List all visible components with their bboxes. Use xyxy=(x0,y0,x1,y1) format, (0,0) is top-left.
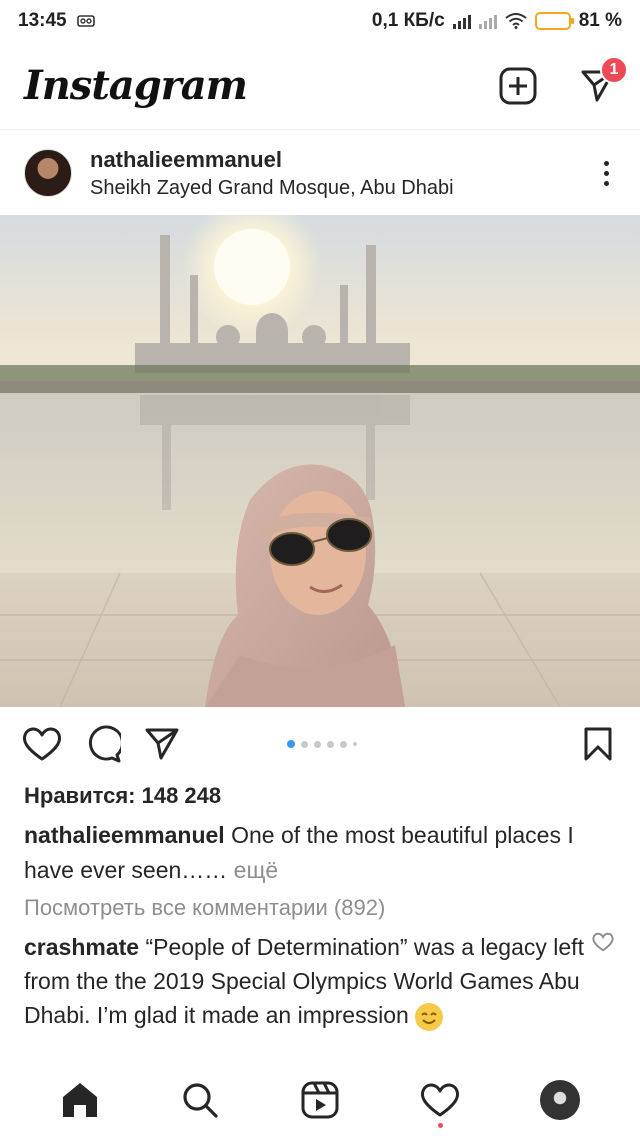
likes-count[interactable]: Нравится: 148 248 xyxy=(24,783,221,809)
comment-icon xyxy=(88,725,121,763)
like-button[interactable] xyxy=(22,724,62,764)
carousel-dot xyxy=(353,742,357,746)
save-button[interactable] xyxy=(578,724,618,764)
carousel-dot xyxy=(340,740,347,748)
profile-avatar xyxy=(540,1080,580,1120)
carousel-indicator xyxy=(287,712,357,776)
share-button[interactable] xyxy=(142,724,182,764)
wifi-icon xyxy=(505,13,527,29)
direct-messages-button[interactable]: 1 xyxy=(578,55,628,106)
post-photo[interactable] xyxy=(0,215,640,707)
signal-icon xyxy=(452,13,471,29)
more-dot-icon xyxy=(603,170,609,176)
carousel-dot xyxy=(327,740,334,748)
avatar[interactable] xyxy=(24,149,72,197)
app-header: Instagram 1 xyxy=(0,42,640,130)
network-speed: 0,1 КБ/с xyxy=(371,10,445,31)
nav-reels[interactable] xyxy=(296,1076,344,1124)
paper-plane-icon xyxy=(145,728,179,760)
new-post-button[interactable] xyxy=(498,66,538,106)
heart-icon xyxy=(592,932,614,952)
nav-profile[interactable] xyxy=(536,1076,584,1124)
nav-home[interactable] xyxy=(56,1076,104,1124)
comment-username[interactable]: crashmate xyxy=(24,934,139,960)
signal-icon xyxy=(478,13,497,29)
comment: crashmate “People of Determination” was … xyxy=(24,930,584,1032)
bottom-nav xyxy=(0,1062,640,1138)
voicemail-icon xyxy=(76,15,95,27)
status-bar: 13:45 0,1 КБ/с 81 % xyxy=(0,0,640,42)
post-caption: nathalieemmanuel One of the most beautif… xyxy=(24,818,584,888)
bookmark-icon xyxy=(584,727,612,761)
nav-search[interactable] xyxy=(176,1076,224,1124)
reels-icon xyxy=(301,1081,339,1119)
battery-percent: 81 % xyxy=(578,10,622,31)
heart-icon xyxy=(23,727,61,761)
home-icon xyxy=(63,1083,97,1117)
instagram-logo[interactable]: Instagram xyxy=(24,62,248,109)
direct-badge: 1 xyxy=(600,55,628,84)
post-header: nathalieemmanuel Sheikh Zayed Grand Mosq… xyxy=(0,131,640,215)
carousel-dot xyxy=(301,740,308,748)
carousel-dot xyxy=(287,740,295,748)
plus-square-icon xyxy=(499,67,537,104)
more-dot-icon xyxy=(603,180,609,186)
caption-more-link[interactable]: ещё xyxy=(227,857,279,883)
nav-activity[interactable] xyxy=(416,1076,464,1128)
comment-button[interactable] xyxy=(82,724,122,764)
battery-icon xyxy=(534,12,574,30)
heart-icon xyxy=(421,1083,459,1117)
caption-username[interactable]: nathalieemmanuel xyxy=(24,822,225,848)
activity-dot xyxy=(438,1123,443,1128)
comment-like-button[interactable] xyxy=(592,932,614,954)
post-actions xyxy=(0,712,640,776)
post-location[interactable]: Sheikh Zayed Grand Mosque, Abu Dhabi xyxy=(90,177,454,200)
carousel-dot xyxy=(314,740,321,748)
more-options-button[interactable] xyxy=(596,153,616,193)
status-time: 13:45 xyxy=(18,10,67,31)
search-icon xyxy=(183,1083,218,1118)
more-dot-icon xyxy=(603,160,609,166)
view-all-comments-link[interactable]: Посмотреть все комментарии (892) xyxy=(24,895,385,921)
post-username[interactable]: nathalieemmanuel xyxy=(90,147,454,173)
mosque-selfie-image xyxy=(0,215,640,707)
smiling-face-emoji-icon xyxy=(415,1002,444,1031)
